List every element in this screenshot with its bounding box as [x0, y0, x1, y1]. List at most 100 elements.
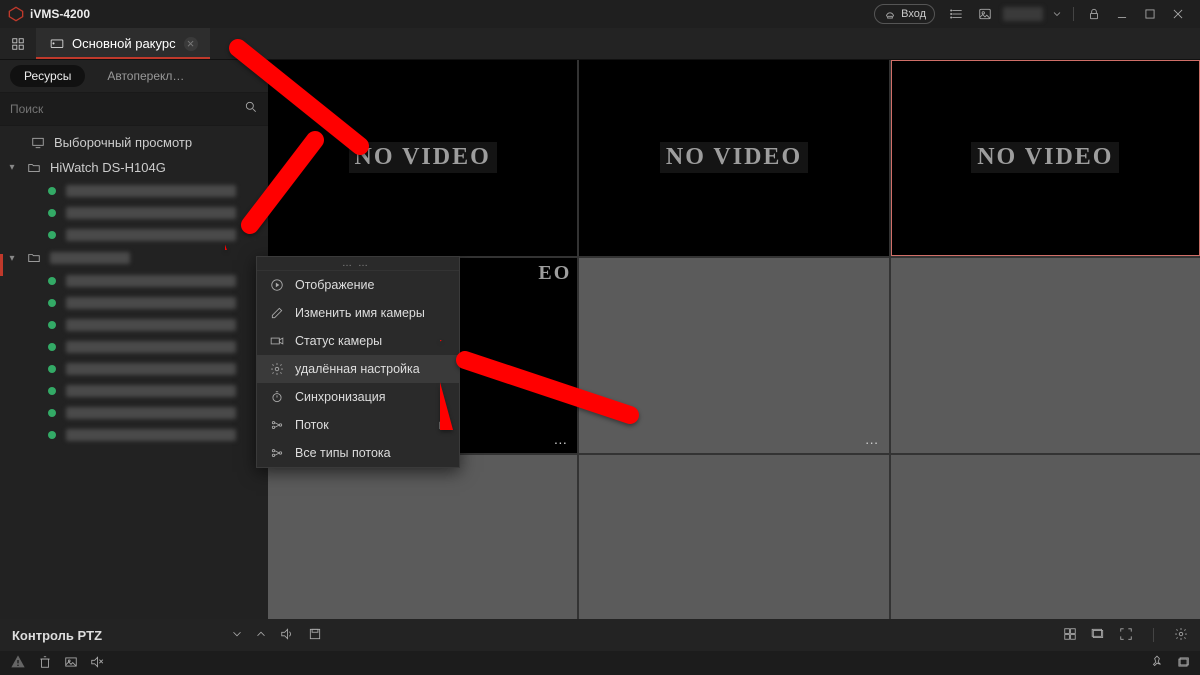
no-video-fragment: EO — [538, 262, 571, 285]
stopwatch-icon — [269, 389, 285, 405]
no-video-label: NO VIDEO — [349, 142, 497, 173]
list-icon[interactable] — [947, 4, 967, 24]
video-cell[interactable]: NO VIDEO — [268, 60, 577, 256]
menu-item-status[interactable]: Статус камеры — [257, 327, 459, 355]
cell-menu-button[interactable]: … — [553, 431, 569, 447]
menu-item-all-stream-types[interactable]: Все типы потока — [257, 439, 459, 467]
blurred-label — [66, 229, 236, 241]
video-cell-selected[interactable]: NO VIDEO — [891, 60, 1200, 256]
tab-strip: Основной ракурс × — [0, 28, 1200, 60]
tree-item-camera[interactable] — [0, 358, 268, 380]
tree-item-selective-view[interactable]: Выборочный просмотр — [0, 130, 268, 155]
lock-icon[interactable] — [1084, 4, 1104, 24]
alert-icon[interactable] — [10, 654, 26, 673]
login-button[interactable]: Вход — [874, 4, 935, 24]
fullscreen-icon[interactable] — [1119, 627, 1133, 644]
status-dot-icon — [48, 187, 56, 195]
menu-item-stream[interactable]: Поток ▶ — [257, 411, 459, 439]
blurred-label — [50, 252, 130, 264]
sidebar-tab-autoswitch[interactable]: Автоперекл… — [93, 65, 198, 87]
tab-main-view[interactable]: Основной ракурс × — [36, 28, 210, 59]
pin-icon[interactable] — [1150, 655, 1164, 672]
tree-item-device[interactable]: ▾ HiWatch DS-H104G — [0, 155, 268, 180]
tree-item-camera[interactable] — [0, 202, 268, 224]
sidebar-tab-resources[interactable]: Ресурсы — [10, 65, 85, 87]
status-dot-icon — [48, 209, 56, 217]
trash-icon[interactable] — [38, 655, 52, 672]
ptz-bar: Контроль PTZ — [0, 619, 1200, 651]
folder-icon — [26, 161, 42, 175]
status-dot-icon — [48, 299, 56, 307]
tab-close-icon[interactable]: × — [184, 37, 198, 51]
tree-item-camera[interactable] — [0, 380, 268, 402]
video-cell[interactable] — [891, 258, 1200, 454]
menu-item-display[interactable]: Отображение — [257, 271, 459, 299]
close-icon[interactable] — [1168, 4, 1188, 24]
no-video-label: NO VIDEO — [660, 142, 808, 173]
tree-item-camera[interactable] — [0, 402, 268, 424]
tree-item-camera[interactable] — [0, 180, 268, 202]
gear-icon[interactable] — [1174, 627, 1188, 644]
layers-icon[interactable] — [1176, 655, 1190, 672]
cell-menu-button[interactable]: … — [865, 431, 881, 447]
blurred-label — [66, 407, 236, 419]
title-bar: iVMS-4200 Вход — [0, 0, 1200, 28]
tree-item-camera[interactable] — [0, 336, 268, 358]
app-grid-button[interactable] — [0, 28, 36, 59]
search-box — [0, 92, 268, 126]
menu-label: Поток — [295, 418, 329, 432]
blurred-label — [66, 319, 236, 331]
blurred-label — [66, 297, 236, 309]
menu-item-sync[interactable]: Синхронизация — [257, 383, 459, 411]
picture-icon[interactable] — [64, 655, 78, 672]
camera-icon — [269, 333, 285, 349]
tree-item-camera[interactable] — [0, 292, 268, 314]
window-icon[interactable] — [1091, 627, 1105, 644]
search-input[interactable] — [10, 102, 236, 116]
tree-item-camera[interactable] — [0, 224, 268, 246]
chevron-down-icon[interactable] — [1051, 4, 1063, 24]
status-dot-icon — [48, 321, 56, 329]
menu-label: Отображение — [295, 278, 374, 292]
status-dot-icon — [48, 409, 56, 417]
blurred-label — [66, 185, 236, 197]
expand-icon[interactable]: ▾ — [6, 162, 18, 173]
minimize-icon[interactable] — [1112, 4, 1132, 24]
divider — [1073, 7, 1074, 21]
tree-item-camera[interactable] — [0, 314, 268, 336]
expand-icon[interactable]: ▾ — [6, 253, 18, 264]
menu-item-remote-config[interactable]: удалённая настройка — [257, 355, 459, 383]
gear-icon — [269, 361, 285, 377]
tree-item-device[interactable]: ▾ — [0, 246, 268, 270]
chevron-up-icon[interactable] — [254, 627, 268, 644]
video-cell[interactable]: … — [579, 258, 888, 454]
save-icon[interactable] — [308, 627, 322, 644]
menu-item-rename[interactable]: Изменить имя камеры — [257, 299, 459, 327]
search-icon[interactable] — [244, 100, 258, 119]
no-video-label: NO VIDEO — [971, 142, 1119, 173]
tree-label: Выборочный просмотр — [54, 135, 192, 150]
chevron-right-icon: ▶ — [439, 420, 447, 431]
volume-icon[interactable] — [280, 627, 294, 644]
edit-icon — [269, 305, 285, 321]
layout-grid-icon[interactable] — [1063, 627, 1077, 644]
video-cell[interactable]: NO VIDEO — [579, 60, 888, 256]
status-dot-icon — [48, 231, 56, 239]
camera-context-menu: …… Отображение Изменить имя камеры Стату… — [256, 256, 460, 468]
chevron-down-icon[interactable] — [230, 627, 244, 644]
blurred-label — [66, 275, 236, 287]
status-dot-icon — [48, 277, 56, 285]
stream-icon — [269, 417, 285, 433]
blurred-label — [66, 341, 236, 353]
divider — [1153, 628, 1154, 642]
tree-item-camera[interactable] — [0, 270, 268, 292]
tree-item-camera[interactable] — [0, 424, 268, 446]
menu-label: Изменить имя камеры — [295, 306, 425, 320]
blurred-label — [66, 429, 236, 441]
tab-label: Основной ракурс — [72, 36, 176, 51]
mute-icon[interactable] — [90, 655, 104, 672]
monitor-icon — [30, 136, 46, 150]
status-dot-icon — [48, 343, 56, 351]
maximize-icon[interactable] — [1140, 4, 1160, 24]
picture-icon[interactable] — [975, 4, 995, 24]
